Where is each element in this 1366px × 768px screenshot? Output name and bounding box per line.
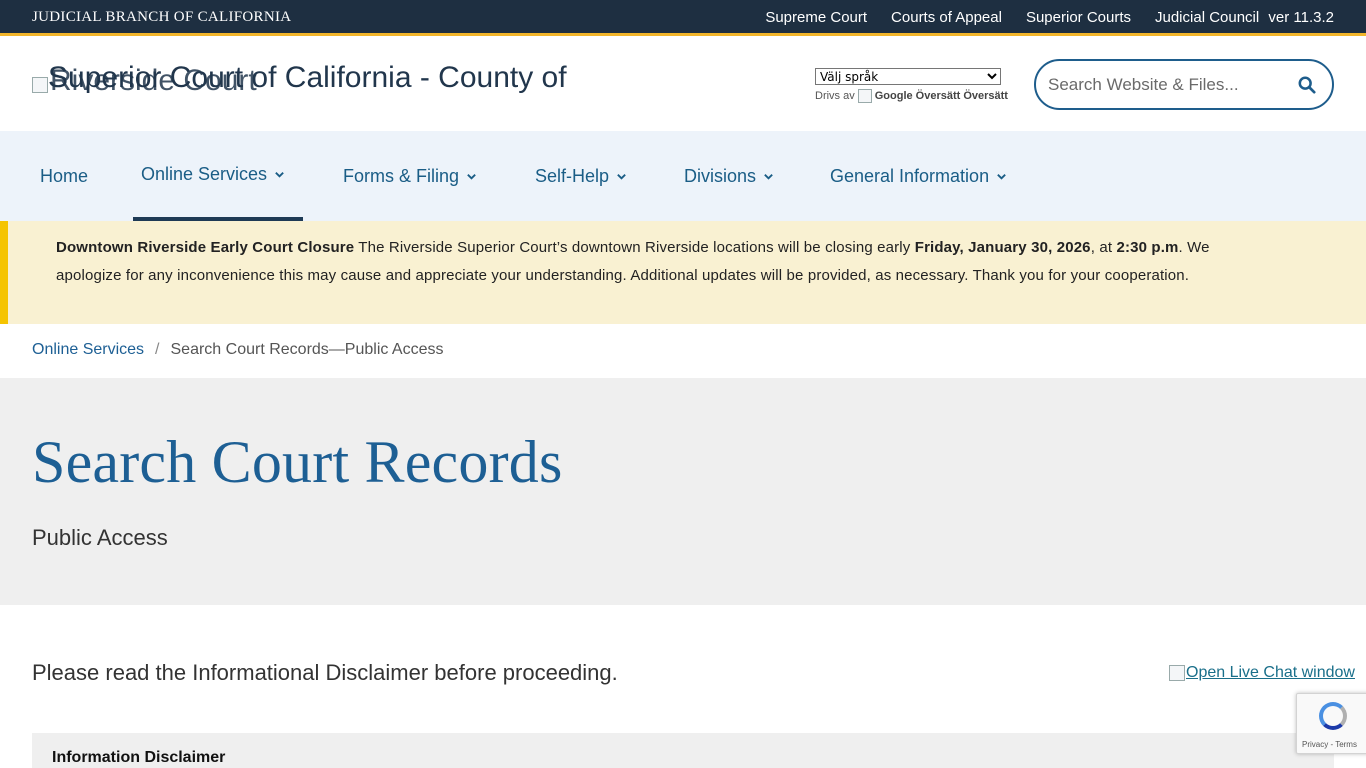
translate-label[interactable]: Översätt [963,90,1008,102]
breadcrumb-separator: / [155,341,160,358]
nav-home-label: Home [40,165,89,186]
court-logo[interactable]: Superior Court of California - County of… [32,61,612,101]
recaptcha-privacy-terms[interactable]: Privacy - Terms [1302,740,1357,749]
google-translate-alt[interactable]: Google Översätt [875,90,961,102]
chevron-down-icon [467,173,476,180]
alert-text-1: The Riverside Superior Court’s downtown … [354,239,915,256]
nav-online-services[interactable]: Online Services [133,131,303,221]
live-chat: Open Live Chat window [1169,664,1355,682]
site-search [1034,59,1334,110]
nav-online-services-label: Online Services [141,163,268,184]
disclaimer-title: Information Disclaimer [52,749,226,766]
chevron-down-icon [764,173,773,180]
closure-alert-banner: Downtown Riverside Early Court Closure T… [0,221,1366,324]
supreme-court-link[interactable]: Supreme Court [765,9,867,26]
nav-home[interactable]: Home [40,131,88,221]
page-title: Search Court Records [32,429,563,495]
judicial-branch-bar: JUDICIAL BRANCH OF CALIFORNIA Supreme Co… [0,0,1366,36]
judicial-council-group: Judicial Council ver 11.3.2 [1155,9,1334,26]
search-input[interactable] [1048,73,1288,97]
breadcrumb: Online Services / Search Court Records—P… [32,341,444,359]
nav-divisions-label: Divisions [684,165,757,186]
google-logo-icon [857,89,872,103]
nav-self-help[interactable]: Self-Help [535,131,627,221]
breadcrumb-online-services[interactable]: Online Services [32,341,144,359]
chevron-down-icon [997,173,1006,180]
alert-text-2: , at [1090,239,1117,256]
powered-by-label: Drivs av [815,90,855,102]
chevron-down-icon [275,171,284,178]
alert-message: Downtown Riverside Early Court Closure T… [56,234,1271,289]
superior-courts-link[interactable]: Superior Courts [1026,9,1131,26]
nav-self-help-label: Self-Help [535,165,610,186]
breadcrumb-current: Search Court Records—Public Access [170,341,444,358]
page-subtitle: Public Access [32,525,168,550]
chat-image-icon [1169,665,1185,681]
chevron-down-icon [617,173,626,180]
version-label: ver 11.3.2 [1268,9,1334,26]
courts-of-appeal-link[interactable]: Courts of Appeal [891,9,1002,26]
alert-title: Downtown Riverside Early Court Closure [56,239,355,256]
google-translate-widget: Välj språk Drivs av Google Översätt Över… [815,68,1008,103]
nav-divisions[interactable]: Divisions [684,131,774,221]
disclaimer-intro: Please read the Informational Disclaimer… [32,660,618,685]
alert-date: Friday, January 30, 2026 [914,239,1091,256]
nav-general-information[interactable]: General Information [830,131,1007,221]
open-live-chat-link[interactable]: Open Live Chat window [1186,664,1355,682]
judicial-links: Supreme Court Courts of Appeal Superior … [765,9,1334,26]
nav-general-information-label: General Information [830,165,990,186]
page-hero: Search Court Records Public Access [0,378,1366,605]
logo-alt-text-overlap: Riverside Court [50,64,257,97]
alert-time: 2:30 p.m [1116,239,1179,256]
translate-powered-by: Drivs av Google Översätt Översätt [815,89,1008,103]
nav-forms-filing[interactable]: Forms & Filing [343,131,477,221]
search-icon[interactable] [1298,76,1316,94]
language-select[interactable]: Välj språk [815,68,1001,85]
nav-forms-filing-label: Forms & Filing [343,165,460,186]
judicial-council-link[interactable]: Judicial Council [1155,9,1259,26]
information-disclaimer-panel: Information Disclaimer [32,733,1334,768]
main-navigation: Home Online Services Forms & Filing Self… [0,131,1366,221]
recaptcha-badge[interactable]: Privacy - Terms [1296,693,1366,754]
site-header: Superior Court of California - County of… [0,39,1366,131]
judicial-branch-brand[interactable]: JUDICIAL BRANCH OF CALIFORNIA [32,9,291,26]
recaptcha-icon [1319,702,1347,730]
broken-image-icon [32,77,48,93]
